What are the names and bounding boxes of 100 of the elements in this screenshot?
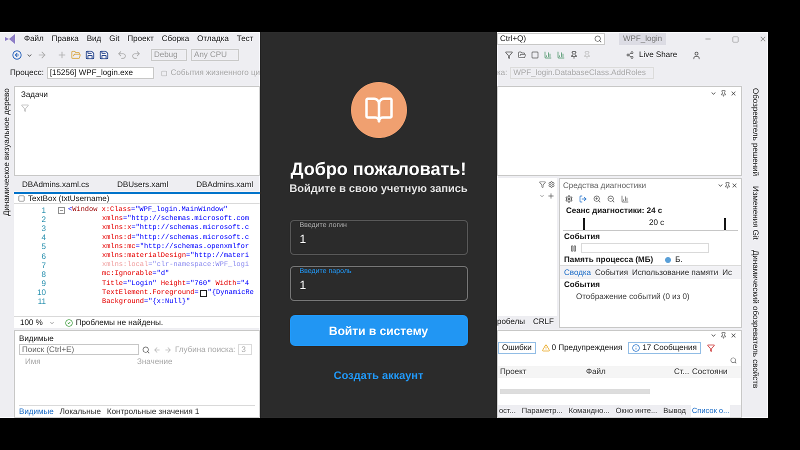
check-icon (64, 318, 73, 326)
column-header: Значение (137, 356, 174, 368)
line-number: 2 (40, 216, 47, 224)
line-number: 3 (40, 224, 47, 233)
warning-icon (542, 344, 550, 352)
panel-title: Задачи (21, 89, 49, 101)
search-field[interactable]: Поиск (Ctrl+E) (19, 344, 139, 355)
panel-tab[interactable]: Видимые (19, 406, 54, 418)
pin-icon[interactable] (720, 332, 727, 339)
panel-tab[interactable]: Использование памяти (632, 266, 718, 278)
section-title: События (563, 231, 601, 242)
panel-tab[interactable]: Локальные (60, 406, 101, 418)
menu-item[interactable]: Вид (86, 33, 102, 45)
side-tab[interactable]: Изменения Git (749, 186, 761, 240)
settings-icon[interactable] (565, 194, 573, 202)
save-all-icon[interactable] (99, 50, 109, 60)
panel-tab[interactable]: Сводка (564, 266, 592, 278)
pin-icon[interactable] (720, 90, 727, 97)
caret-icon[interactable] (710, 90, 717, 97)
process-dropdown[interactable]: [15256] WPF_login.exe (46, 67, 154, 79)
code-editor[interactable] (14, 204, 260, 316)
editor-tab[interactable]: DBUsers.xaml (115, 179, 170, 191)
collapse-icon[interactable] (58, 207, 64, 214)
filter-icon[interactable] (539, 180, 546, 188)
live-share-label[interactable]: Live Share (639, 49, 678, 61)
toolbar-icon[interactable] (505, 51, 513, 59)
lifecycle-events-label: События жизненного ци (170, 67, 260, 79)
menu-item[interactable]: Тест (236, 33, 254, 45)
status-text: робелы (497, 316, 525, 328)
panel-tab[interactable]: Ис (722, 266, 732, 278)
welcome-title: Добро пожаловать! (290, 158, 466, 180)
window-title: WPF_login (619, 33, 666, 45)
menu-item[interactable]: Проект (127, 33, 154, 45)
panel-tab[interactable]: События (595, 266, 628, 278)
line-number: 4 (40, 234, 47, 242)
search-field[interactable]: Ctrl+Q) (497, 33, 605, 45)
filter-icon[interactable] (706, 344, 715, 352)
welcome-subtitle: Войдите в свою учетную запись (289, 182, 468, 196)
menu-item[interactable]: Отладка (197, 33, 229, 45)
legend-label: Б. (675, 254, 683, 266)
close-icon[interactable] (730, 90, 737, 97)
events-row-text: Отображение событий (0 из 0) (575, 291, 691, 303)
export-icon[interactable] (579, 194, 587, 202)
line-number: 10 (36, 289, 47, 298)
status-text: Проблемы не найдены. (76, 316, 164, 328)
panel-tab[interactable]: Контрольные значения 1 (106, 406, 200, 418)
textbox-icon (18, 195, 25, 202)
panel-title: Средства диагностики (563, 180, 646, 192)
section-title: События (563, 279, 601, 291)
close-icon[interactable] (759, 35, 768, 43)
toolbar-icon[interactable] (544, 51, 552, 59)
menu-item[interactable]: Правка (52, 33, 79, 45)
chart-icon[interactable] (621, 194, 629, 202)
side-tab[interactable]: Динамический обозреватель свойств (749, 250, 761, 388)
session-label: Сеанс диагностики: 24 с (565, 205, 664, 217)
editor-tab[interactable]: DBAdmins.xaml.cs (20, 179, 92, 191)
close-icon[interactable] (730, 332, 737, 339)
pin-icon[interactable] (724, 182, 731, 189)
status-text: CRLF (533, 316, 554, 328)
caret-icon[interactable] (717, 182, 724, 189)
errors-filter-button[interactable]: Ошибки (498, 342, 536, 354)
line-number: 5 (40, 243, 47, 252)
pause-icon[interactable] (570, 244, 577, 252)
menu-item[interactable]: Сборка (162, 33, 190, 45)
column-header: Ст... (674, 366, 690, 378)
editor-tab[interactable]: DBAdmins.xaml (194, 179, 256, 191)
depth-label: Глубина поиска: (175, 344, 236, 356)
element-name: TextBox (txtUsername) (28, 192, 110, 204)
search-icon[interactable] (594, 35, 602, 43)
info-icon (632, 344, 640, 352)
logo-icon (4, 34, 16, 44)
person-icon[interactable] (692, 50, 702, 60)
caret-icon[interactable] (26, 52, 33, 58)
menu-item[interactable]: Git (109, 33, 120, 45)
messages-filter-button[interactable]: 17 Сообщения (628, 342, 701, 354)
add-icon[interactable] (547, 192, 555, 200)
column-header: Имя (25, 356, 42, 368)
side-tab[interactable]: Динамическое визуальное дерево (1, 88, 13, 218)
side-tab[interactable]: Обозреватель решений (749, 88, 761, 176)
settings-icon[interactable] (548, 180, 555, 188)
zoom-in-icon[interactable] (593, 194, 601, 202)
column-header: Файл (586, 366, 607, 378)
line-number: 9 (40, 280, 47, 288)
search-icon[interactable] (142, 346, 150, 354)
search-icon[interactable] (730, 357, 737, 364)
share-icon[interactable] (626, 51, 634, 59)
back-icon[interactable] (12, 50, 22, 60)
column-header: Проект (499, 366, 528, 378)
caret-icon[interactable] (710, 332, 717, 339)
close-icon[interactable] (731, 182, 738, 189)
menu-item[interactable]: Файл (24, 33, 44, 45)
create-account-link[interactable]: Создать аккаунт (334, 368, 424, 384)
stack-frame-label: ка: (497, 67, 508, 79)
line-number: 7 (40, 262, 47, 270)
warnings-filter-button[interactable]: 0 Предупреждения (542, 342, 622, 354)
save-icon[interactable] (85, 50, 95, 60)
scrollbar[interactable] (500, 389, 650, 394)
panel-title: Видимые (19, 333, 55, 343)
toolbar-icon[interactable] (557, 51, 565, 59)
zoom-out-icon[interactable] (607, 194, 615, 202)
